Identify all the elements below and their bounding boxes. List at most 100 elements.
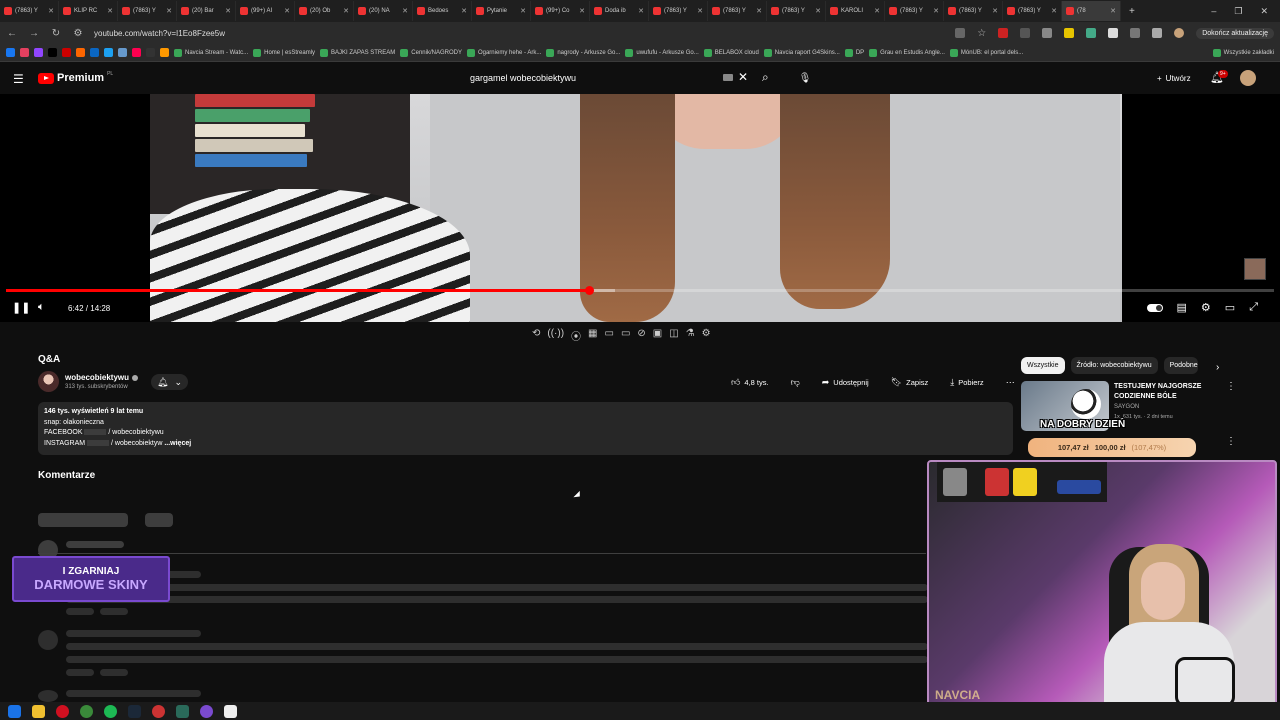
toolbar-tool-icon[interactable]: ⟲ — [532, 328, 540, 343]
bookmark-item[interactable]: uwufufu - Arkusze Go... — [625, 48, 699, 57]
app-icon[interactable] — [152, 704, 165, 718]
close-tab-icon[interactable]: ✕ — [992, 7, 998, 15]
hamburger-menu-icon[interactable]: ☰ — [13, 72, 24, 86]
close-tab-icon[interactable]: ✕ — [697, 7, 703, 15]
minimize-icon[interactable]: – — [1211, 6, 1216, 16]
channel-avatar[interactable] — [38, 371, 59, 392]
filter-chip[interactable]: Źródło: wobecobiektywu — [1070, 357, 1158, 374]
close-tab-icon[interactable]: ✕ — [638, 7, 644, 15]
browser-tab[interactable]: (20) Bar ✕ — [177, 1, 236, 21]
browser-tab[interactable]: (99+) Co ✕ — [531, 1, 590, 21]
bookmark-item[interactable]: BELABOX cloud — [703, 48, 759, 57]
app-icon[interactable] — [176, 704, 189, 718]
update-button[interactable]: Dokończ aktualizację — [1196, 27, 1274, 39]
toolbar-tool-icon[interactable]: ⦿ — [571, 328, 581, 343]
chrome-icon[interactable] — [80, 704, 93, 718]
bookmark-item[interactable]: Home | esStreamly — [253, 48, 315, 57]
profile-icon[interactable] — [1174, 28, 1185, 38]
back-icon[interactable]: ← — [6, 28, 18, 39]
browser-tab[interactable]: (99+) AI ✕ — [236, 1, 295, 21]
channel-name[interactable]: wobecobiektywu — [65, 373, 139, 382]
close-tab-icon[interactable]: ✕ — [933, 7, 939, 15]
bookmark-icon[interactable] — [160, 48, 169, 57]
microphone-icon[interactable]: 🎙︎ — [796, 69, 814, 87]
bookmark-icon[interactable] — [76, 48, 85, 57]
extensions-puzzle-icon[interactable] — [1130, 28, 1141, 38]
bookmark-icon[interactable] — [20, 48, 29, 57]
close-tab-icon[interactable]: ✕ — [48, 7, 54, 15]
close-tab-icon[interactable]: ✕ — [874, 7, 880, 15]
url-field[interactable]: youtube.com/watch?v=I1Eo8Fzee5w — [94, 29, 225, 38]
extension-icon[interactable] — [1020, 28, 1031, 38]
create-button[interactable]: + Utwórz — [1150, 70, 1198, 86]
bookmark-star-icon[interactable]: ☆ — [977, 28, 986, 39]
video-player[interactable]: ❚❚ 🔈︎ 6:42 / 14:28 ▤ ⚙ ▭ ⤢ — [0, 94, 1280, 322]
browser-tab[interactable]: Bedoes ✕ — [413, 1, 472, 21]
recommendation-channel[interactable]: SAYGON — [1114, 404, 1139, 410]
bookmark-icon[interactable] — [90, 48, 99, 57]
close-tab-icon[interactable]: ✕ — [284, 7, 290, 15]
bookmark-item[interactable]: Navcia Stream - Watc... — [174, 48, 248, 57]
restore-icon[interactable]: ❐ — [1234, 6, 1242, 17]
close-tab-icon[interactable]: ✕ — [343, 7, 349, 15]
bookmark-item[interactable]: Grau en Estudis Angle... — [869, 48, 945, 57]
toolbar-tool-icon[interactable]: ▣ — [653, 328, 662, 343]
browser-tab[interactable]: KLIP RC ✕ — [59, 1, 118, 21]
toolbar-tool-icon[interactable]: ◫ — [669, 328, 678, 343]
steam-icon[interactable] — [128, 704, 141, 718]
keyboard-icon[interactable] — [723, 74, 733, 81]
browser-tab[interactable]: (7863) Y ✕ — [0, 1, 59, 21]
bookmark-icon[interactable] — [146, 48, 155, 57]
autoplay-toggle[interactable] — [1146, 303, 1163, 312]
browser-tab[interactable]: (20) Ob ✕ — [295, 1, 354, 21]
subtitles-icon[interactable]: ▤ — [1177, 301, 1187, 314]
app-icon[interactable] — [200, 704, 213, 718]
search-icon[interactable]: ⌕ — [762, 70, 769, 85]
extension-icon[interactable] — [998, 28, 1009, 38]
bookmark-item[interactable]: DP — [844, 48, 864, 57]
browser-tab[interactable]: (7863) Y ✕ — [118, 1, 177, 21]
bookmark-icon[interactable] — [132, 48, 141, 57]
browser-tab[interactable]: (20) NA ✕ — [354, 1, 413, 21]
extension-icon[interactable] — [1086, 28, 1097, 38]
toolbar-tool-icon[interactable]: ⊘ — [637, 328, 645, 343]
reload-icon[interactable]: ↻ — [50, 28, 62, 39]
close-tab-icon[interactable]: ✕ — [107, 7, 113, 15]
show-more-link[interactable]: ...więcej — [164, 440, 191, 447]
filter-chip[interactable]: Wszystkie — [1021, 357, 1065, 374]
close-tab-icon[interactable]: ✕ — [815, 7, 821, 15]
close-tab-icon[interactable]: ✕ — [579, 7, 585, 15]
browser-tab[interactable]: KAROLI ✕ — [826, 1, 885, 21]
browser-tab[interactable]: (7863) Y ✕ — [944, 1, 1003, 21]
bookmark-icon[interactable] — [118, 48, 127, 57]
fullscreen-icon[interactable]: ⤢ — [1249, 301, 1258, 314]
description-box[interactable]: 146 tys. wyświetleń 9 lat temu snap: ola… — [38, 402, 1013, 455]
save-button[interactable]: 🔖︎ Zapisz — [883, 373, 937, 391]
extension-icon[interactable] — [1042, 28, 1053, 38]
filter-chip[interactable]: Podobne — [1163, 357, 1198, 374]
youtube-logo[interactable]: Premium PL — [38, 71, 113, 84]
pause-icon[interactable]: ❚❚ — [12, 301, 30, 314]
opera-icon[interactable] — [56, 704, 69, 718]
clear-search-icon[interactable]: ✕ — [738, 70, 748, 84]
install-icon[interactable] — [955, 28, 966, 38]
browser-tab[interactable]: Pytanie ✕ — [472, 1, 531, 21]
close-tab-icon[interactable]: ✕ — [1051, 7, 1057, 15]
spotify-icon[interactable] — [104, 704, 117, 718]
bookmark-icon[interactable] — [6, 48, 15, 57]
account-avatar[interactable] — [1240, 70, 1256, 86]
close-tab-icon[interactable]: ✕ — [756, 7, 762, 15]
bookmark-icon[interactable] — [62, 48, 71, 57]
site-info-icon[interactable]: ⚙ — [72, 28, 84, 39]
search-input[interactable] — [470, 73, 700, 83]
start-icon[interactable] — [8, 704, 21, 718]
extension-icon[interactable] — [1108, 28, 1119, 38]
bookmark-item[interactable]: Ogarniemy hehe - Ark... — [466, 48, 541, 57]
new-tab-icon[interactable]: + — [1121, 6, 1143, 17]
bookmark-item[interactable]: MónUB: el portal dels... — [949, 48, 1023, 57]
sidebar-icon[interactable] — [1152, 28, 1163, 38]
recommendation-title[interactable]: TESTUJEMY NAJGORSZE CODZIENNE BÓLE — [1114, 382, 1214, 402]
bookmark-item[interactable]: nagrody - Arkusze Go... — [546, 48, 620, 57]
download-button[interactable]: ⤓ Pobierz — [942, 373, 991, 391]
toolbar-tool-icon[interactable]: ▭ — [621, 328, 630, 343]
